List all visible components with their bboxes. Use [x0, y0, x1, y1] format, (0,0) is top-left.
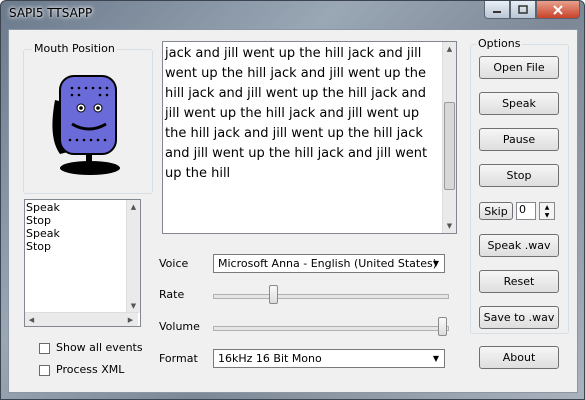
- speak-button[interactable]: Speak: [479, 92, 559, 115]
- chevron-down-icon[interactable]: ▼: [429, 256, 443, 271]
- scroll-down-icon[interactable]: ▼: [127, 299, 140, 313]
- list-item: Speak: [26, 227, 60, 240]
- show-all-events-checkbox[interactable]: [39, 343, 50, 354]
- skip-button[interactable]: Skip: [479, 202, 513, 220]
- window-title: SAPI5 TTSAPP: [9, 6, 93, 20]
- stop-button[interactable]: Stop: [479, 164, 559, 187]
- scroll-up-icon[interactable]: ▲: [443, 42, 456, 56]
- event-list[interactable]: Speak Stop Speak Stop ▲ ▼ ◀ ▶: [24, 199, 141, 327]
- event-list-hscroll[interactable]: ◀ ▶: [25, 312, 138, 326]
- skip-spinner[interactable]: ▲ ▼: [539, 202, 555, 220]
- voice-label: Voice: [159, 257, 189, 270]
- mouth-position-group: Mouth Position: [23, 42, 153, 194]
- reset-button[interactable]: Reset: [479, 270, 559, 293]
- open-file-button[interactable]: Open File: [479, 56, 559, 79]
- volume-slider-track[interactable]: [213, 326, 449, 331]
- text-input-vscroll[interactable]: ▲ ▼: [442, 42, 456, 233]
- scroll-left-icon[interactable]: ◀: [25, 313, 38, 327]
- format-label: Format: [159, 352, 198, 365]
- volume-label: Volume: [159, 320, 200, 333]
- mouth-character-icon: [52, 75, 120, 175]
- process-xml-label: Process XML: [56, 363, 125, 376]
- maximize-button[interactable]: [510, 1, 536, 19]
- event-items: Speak Stop Speak Stop: [26, 201, 60, 253]
- scroll-right-icon[interactable]: ▶: [124, 313, 137, 327]
- list-item: Speak: [26, 201, 60, 214]
- mouth-position-label: Mouth Position: [32, 42, 117, 55]
- close-icon: [553, 4, 563, 15]
- pause-button[interactable]: Pause: [479, 128, 559, 151]
- list-item: Stop: [26, 214, 52, 227]
- rate-label: Rate: [159, 288, 185, 301]
- skip-count-value: 0: [519, 203, 526, 216]
- scroll-up-icon[interactable]: ▲: [127, 200, 140, 214]
- scroll-down-icon[interactable]: ▼: [443, 219, 456, 233]
- maximize-icon: [518, 5, 528, 14]
- chevron-down-icon[interactable]: ▼: [429, 351, 443, 366]
- text-input[interactable]: jack and jill went up the hill jack and …: [162, 41, 457, 234]
- rate-slider-thumb[interactable]: [269, 285, 279, 304]
- format-select[interactable]: 16kHz 16 Bit Mono ▼: [213, 349, 445, 368]
- list-item: Stop: [26, 240, 52, 253]
- spin-up-icon[interactable]: ▲: [540, 203, 554, 211]
- caption-buttons: [484, 1, 580, 19]
- spin-down-icon[interactable]: ▼: [540, 211, 554, 219]
- voice-select-value: Microsoft Anna - English (United States): [218, 257, 438, 270]
- event-list-vscroll[interactable]: ▲ ▼: [126, 200, 140, 313]
- format-select-value: 16kHz 16 Bit Mono: [218, 352, 322, 365]
- volume-slider-thumb[interactable]: [438, 317, 447, 336]
- skip-count-input[interactable]: 0: [516, 202, 536, 220]
- process-xml-checkbox[interactable]: [39, 365, 50, 376]
- app-window: SAPI5 TTSAPP Mouth Position Speak Stop S…: [0, 0, 585, 400]
- options-label: Options: [476, 37, 523, 50]
- text-input-content: jack and jill went up the hill jack and …: [165, 46, 432, 181]
- voice-select[interactable]: Microsoft Anna - English (United States)…: [213, 254, 445, 273]
- scroll-thumb[interactable]: [444, 102, 455, 190]
- rate-slider-track[interactable]: [213, 294, 449, 299]
- title-bar[interactable]: SAPI5 TTSAPP: [1, 1, 584, 27]
- close-button[interactable]: [536, 1, 580, 19]
- minimize-icon: [493, 10, 501, 13]
- show-all-events-label: Show all events: [56, 341, 143, 354]
- save-to-wav-button[interactable]: Save to .wav: [479, 306, 559, 329]
- minimize-button[interactable]: [484, 1, 510, 19]
- speak-wav-button[interactable]: Speak .wav: [479, 234, 559, 257]
- about-button[interactable]: About: [479, 346, 559, 369]
- client-area: Mouth Position Speak Stop Speak Stop ▲ ▼…: [8, 29, 578, 393]
